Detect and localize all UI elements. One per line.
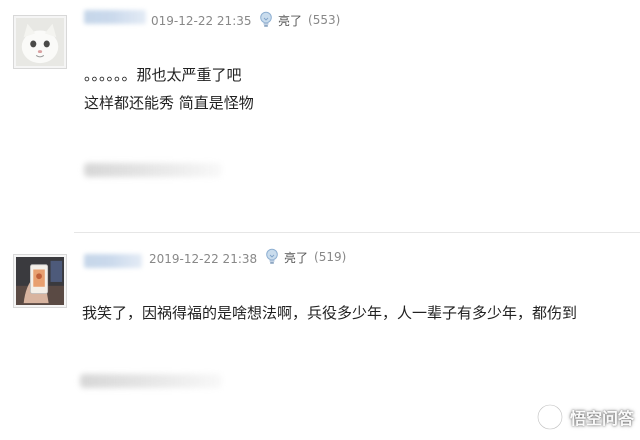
like-label: 亮了 — [284, 250, 309, 265]
comment-divider — [74, 232, 640, 233]
lightbulb-icon — [265, 248, 279, 266]
comment-text-line: 这样都还能秀 简直是怪物 — [84, 94, 254, 112]
username-blurred[interactable] — [84, 10, 146, 24]
comment-timestamp: 2019-12-22 21:38 — [149, 252, 258, 266]
like-label: 亮了 — [278, 13, 303, 28]
comment-text-line: 。。。。。。那也太严重了吧 — [84, 66, 242, 84]
comment-item: 019-12-22 21:35 亮了 (553) 。。。。。。那也太严重了吧 这… — [0, 0, 640, 232]
comment-timestamp: 019-12-22 21:35 — [151, 14, 252, 28]
like-count: (519) — [314, 250, 347, 264]
avatar[interactable] — [13, 15, 67, 69]
username-blurred[interactable] — [84, 254, 142, 268]
watermark-text: 悟空问答 — [569, 409, 634, 428]
wukong-logo-icon — [535, 402, 565, 432]
like-count: (553) — [308, 13, 341, 27]
like-button[interactable]: 亮了 (519) — [265, 248, 346, 266]
avatar[interactable] — [13, 254, 67, 308]
like-button[interactable]: 亮了 (553) — [259, 11, 340, 29]
hand-phone-avatar-icon — [16, 257, 64, 305]
reply-actions-blurred[interactable] — [80, 374, 222, 388]
comments-page: 019-12-22 21:35 亮了 (553) 。。。。。。那也太严重了吧 这… — [0, 0, 640, 440]
reply-actions-blurred[interactable] — [84, 163, 222, 177]
watermark: 悟空问答 — [535, 402, 634, 432]
comment-text-line: 我笑了，因祸得福的是啥想法啊，兵役多少年，人一辈子有多少年，都伤到 — [82, 304, 578, 322]
lightbulb-icon — [259, 11, 273, 29]
cat-avatar-icon — [16, 18, 64, 66]
